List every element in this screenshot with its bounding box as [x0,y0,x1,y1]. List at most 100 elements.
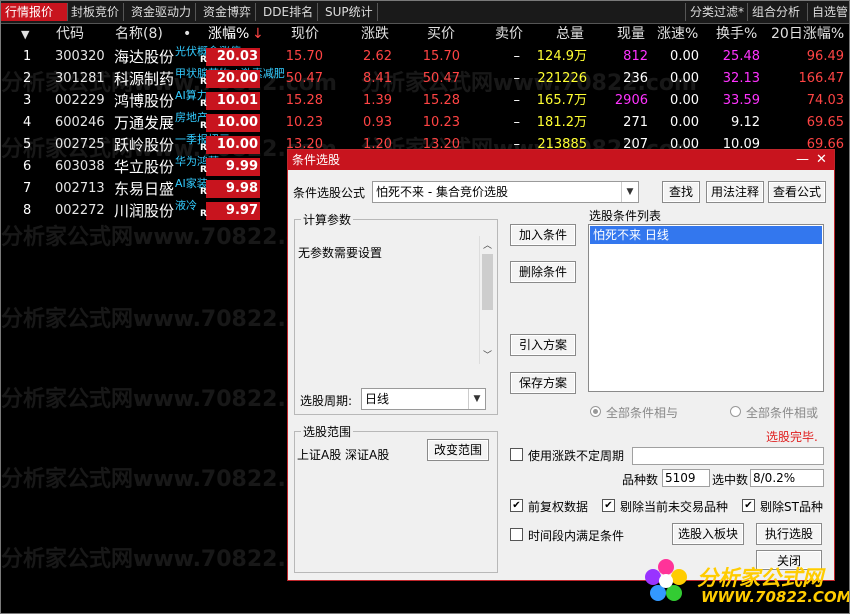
radio-or-label: 全部条件相或 [746,406,819,420]
selected-label: 选中数 [712,473,749,487]
range-title: 选股范围 [301,423,354,440]
scroll-thumb[interactable] [482,254,493,310]
import-scheme-button[interactable]: 引入方案 [510,334,576,356]
row-pct: 20.03 [216,49,258,64]
uncertain-period-label: 使用涨跌不定周期 [528,449,625,463]
tab-fund-game[interactable]: 资金博弈 [199,3,257,21]
uncertain-period-input[interactable] [632,447,824,465]
usage-note-button[interactable]: 用法注释 [706,181,764,203]
condition-list[interactable]: 怕死不来 日线 [588,224,824,392]
tab-sup-stats[interactable]: SUP统计 [321,3,378,21]
period-label: 选股周期: [300,394,353,408]
col-bid[interactable]: 买价 [427,24,455,45]
radio-or[interactable] [730,406,741,417]
minimize-icon[interactable]: — [796,150,809,170]
tab-portfolio-analysis[interactable]: 组合分析 [747,3,804,21]
row-code: 002272 [55,203,105,218]
table-row[interactable]: 4 600246 万通发展 10.23 0.93 10.23–181.2万 271 0.00 9… [1,111,849,134]
tab-dde-rank[interactable]: DDE排名 [259,3,319,21]
tab-watchlist[interactable]: 自选管 [807,3,849,21]
row-pct: 10.00 [216,137,258,152]
scroll-down-icon[interactable]: ﹀ [483,348,492,361]
col-pct[interactable]: 涨幅% [208,24,249,45]
row-code: 600246 [55,115,105,130]
change-range-button[interactable]: 改变范围 [427,439,489,461]
col-speed[interactable]: 涨速% [657,24,698,45]
close-icon[interactable]: ✕ [816,150,827,170]
row-index: 6 [23,159,32,174]
col-code[interactable]: 代码 [56,24,84,45]
row-pct-badge: R 10.01 [200,92,260,110]
run-screen-button[interactable]: 执行选股 [756,523,822,545]
row-index: 4 [23,115,32,130]
radio-and[interactable] [590,406,601,417]
params-text: 无参数需要设置 [298,246,383,260]
scroll-up-icon[interactable]: ︿ [483,238,492,251]
find-button[interactable]: 查找 [662,181,700,203]
row-name: 川润股份 [114,202,175,220]
formula-label: 条件选股公式 [293,186,366,200]
row-20day: 74.03 [806,93,844,108]
row-pct-badge: R 10.00 [200,136,260,154]
table-row[interactable]: 3 002229 鸿博股份 15.28 1.39 15.28–165.7万 2906 0.00… [1,89,849,112]
col-20day[interactable]: 20日涨幅% [771,24,844,45]
tab-category-filter[interactable]: 分类过滤* [685,3,748,21]
dialog-titlebar[interactable]: 条件选股 — ✕ [288,150,834,170]
row-r-mark: R [200,209,207,219]
col-change[interactable]: 涨跌 [361,24,389,45]
condition-list-item[interactable]: 怕死不来 日线 [590,226,822,244]
col-volume[interactable]: 总量 [556,24,584,45]
header-menu-arrow-icon[interactable]: ▼ [21,24,29,45]
add-condition-button[interactable]: 加入条件 [510,224,576,246]
col-name[interactable]: 名称(8) [115,24,163,45]
row-code: 002229 [55,93,105,108]
tab-quotes[interactable]: 行情报价 [1,3,68,21]
row-turnover: 32.13 [722,71,760,86]
row-concept-tag: 液冷 [175,199,197,212]
exclude-st-label: 剔除ST品种 [760,500,823,514]
exclude-st-checkbox[interactable]: ✔ [742,499,755,512]
row-code: 301281 [55,71,105,86]
params-scrollbar[interactable]: ︿ ﹀ [479,236,496,364]
exclude-notrade-checkbox[interactable]: ✔ [602,499,615,512]
row-name: 科源制药 [114,70,175,88]
time-range-checkbox[interactable] [510,528,523,541]
delete-condition-button[interactable]: 删除条件 [510,261,576,283]
stock-count-field: 5109 [662,469,710,487]
prefq-label: 前复权数据 [528,500,589,514]
add-to-block-button[interactable]: 选股入板块 [672,523,744,545]
table-row[interactable]: 1 300320 海达股份 15.70 2.62 15.70–124.9万 812 0.00 2… [1,45,849,68]
row-index: 5 [23,137,32,152]
row-name: 华立股份 [114,158,175,176]
row-r-mark: R [200,187,207,197]
col-turnover[interactable]: 换手% [716,24,757,45]
row-index: 2 [23,71,32,86]
row-pct: 10.00 [216,115,258,130]
prefq-checkbox[interactable]: ✔ [510,499,523,512]
col-current-volume[interactable]: 现量 [617,24,645,45]
uncertain-period-checkbox[interactable] [510,448,523,461]
row-name: 海达股份 [114,48,175,66]
row-turnover: 25.48 [722,49,760,64]
stock-screen-dialog: 条件选股 — ✕ 条件选股公式 怕死不来 - 集合竞价选股 ▼ 查找 用法注释 … [287,149,835,581]
time-range-label: 时间段内满足条件 [528,529,625,543]
radio-and-label: 全部条件相与 [606,406,679,420]
period-select[interactable]: 日线 ▼ [361,388,486,410]
row-pct: 9.98 [225,181,258,196]
tab-fund-drive[interactable]: 资金驱动力 [127,3,197,21]
row-20day: 96.49 [806,49,844,64]
save-scheme-button[interactable]: 保存方案 [510,372,576,394]
view-formula-button[interactable]: 查看公式 [768,181,826,203]
row-name: 鸿博股份 [114,92,175,110]
formula-select[interactable]: 怕死不来 - 集合竞价选股 ▼ [372,181,639,203]
table-row[interactable]: 2 301281 科源制药 50.47 8.41 50.47–221226 236 0.00 3… [1,67,849,90]
row-pct: 9.99 [225,159,258,174]
col-ask[interactable]: 卖价 [495,24,523,45]
row-pct-badge: R 20.03 [200,48,260,66]
tab-limit-auction[interactable]: 封板竞价 [67,3,125,21]
app-window: 行情报价 封板竞价 资金驱动力 资金博弈 DDE排名 SUP统计 分类过滤* 组… [0,0,850,614]
row-pct-badge: R 9.99 [200,158,260,176]
col-price[interactable]: 现价 [291,24,319,45]
row-20day: 69.65 [806,115,844,130]
exclude-notrade-label: 剔除当前未交易品种 [620,500,729,514]
